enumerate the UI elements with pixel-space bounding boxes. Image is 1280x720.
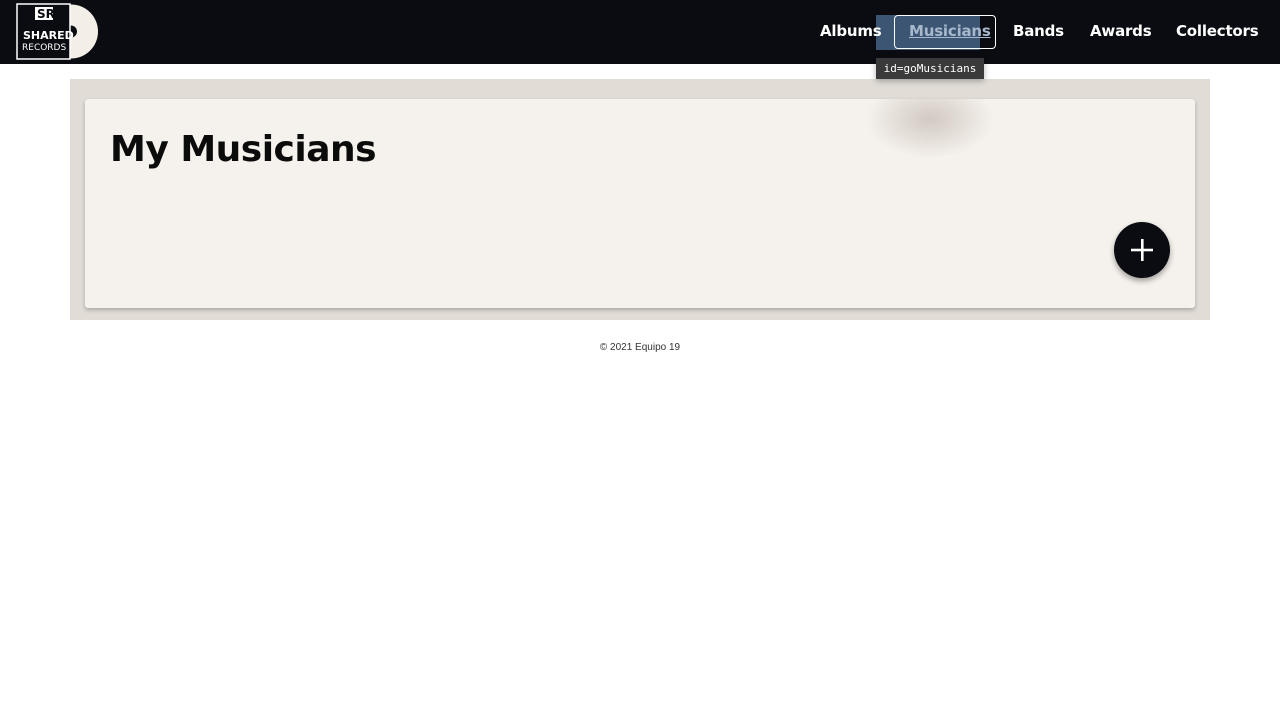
- svg-text:SHARED: SHARED: [23, 29, 74, 42]
- nav-item-bands[interactable]: Bands: [1013, 22, 1064, 40]
- footer-copyright: © 2021 Equipo 19: [599, 342, 681, 353]
- nav-item-collectors[interactable]: Collectors: [1176, 22, 1259, 40]
- svg-text:SR: SR: [37, 7, 55, 21]
- element-id-tooltip: id=goMusicians: [876, 58, 984, 79]
- plus-icon: [1131, 239, 1153, 261]
- card-glow: [865, 99, 995, 159]
- nav-item-musicians[interactable]: Musicians: [909, 22, 991, 40]
- brand-logo[interactable]: SR SHARED RECORDS: [16, 3, 99, 60]
- top-navbar: SR SHARED RECORDS Albums Musicians Bands…: [0, 0, 1280, 64]
- add-musician-button[interactable]: [1114, 222, 1170, 278]
- svg-text:RECORDS: RECORDS: [22, 43, 66, 53]
- nav-item-awards[interactable]: Awards: [1090, 22, 1152, 40]
- page-title: My Musicians: [110, 129, 377, 170]
- nav-item-albums[interactable]: Albums: [820, 22, 882, 40]
- main-panel: My Musicians: [70, 79, 1210, 320]
- musicians-card: My Musicians: [85, 99, 1195, 308]
